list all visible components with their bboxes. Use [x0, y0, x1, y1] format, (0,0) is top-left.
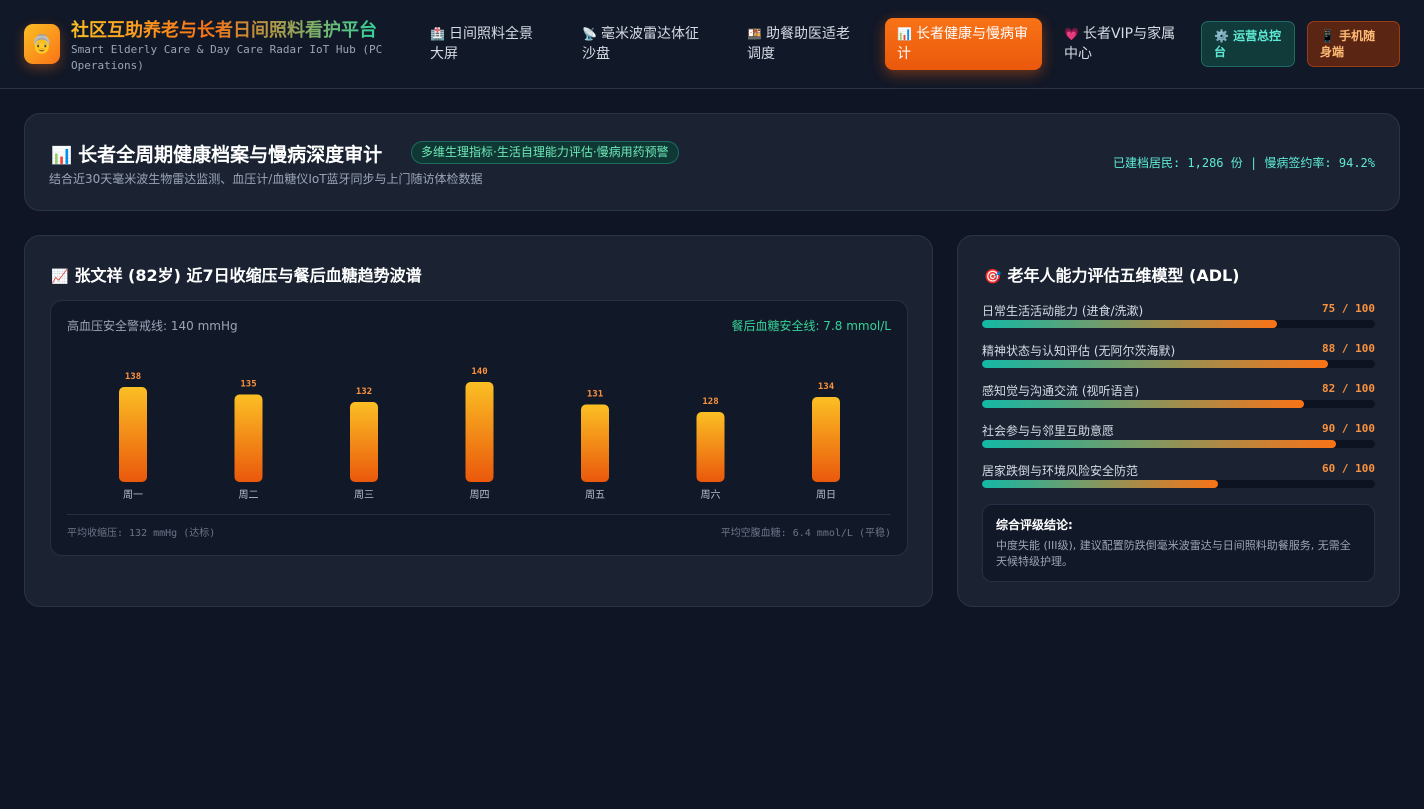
- adl-dimension-row: 日常生活活动能力 (进食/洗漱) 75 / 100: [982, 302, 1375, 332]
- category-tick-label: 周四: [470, 489, 490, 501]
- brand-subtitle: Smart Elderly Care & Day Care Radar IoT …: [71, 43, 383, 72]
- trend-chart-panel: 高血压安全警戒线: 140 mmHg 餐后血糖安全线: 7.8 mmol/L 1…: [50, 300, 908, 556]
- archive-stats: 已建档居民: 1,286 份 | 慢病签约率: 94.2%: [1112, 156, 1375, 170]
- bp-warning-line-label: 高血压安全警戒线: 140 mmHg: [67, 319, 238, 333]
- bar-chart-icon: 📊: [51, 146, 73, 166]
- nav-item-meal-medical-dispatch[interactable]: 🍱 助餐助医适老调度: [735, 18, 867, 70]
- adl-card-title: 🎯 老年人能力评估五维模型 (ADL): [984, 262, 1240, 286]
- category-tick-label: 周二: [239, 489, 259, 501]
- category-tick-label: 周一: [123, 489, 143, 501]
- bar-value-label: 138: [125, 372, 141, 382]
- nav-label: 毫米波雷达体征沙盘: [582, 26, 699, 62]
- bar-value-label: 128: [702, 397, 718, 407]
- bar-value-label: 140: [471, 367, 487, 377]
- adl-progress-fill: [982, 400, 1305, 408]
- adl-dimension-row: 感知觉与沟通交流 (视听语言) 82 / 100: [982, 382, 1375, 412]
- adl-assessment-card: 🎯 老年人能力评估五维模型 (ADL) 日常生活活动能力 (进食/洗漱) 75 /…: [957, 235, 1400, 607]
- hospital-icon: 🏥: [430, 27, 445, 41]
- assessment-conclusion-box: 综合评级结论: 中度失能 (III级), 建议配置防跌倒毫米波雷达与日间照料助餐…: [982, 504, 1375, 582]
- systolic-bar-chart: 138 周一 135 周二 132 周三 140 周四 131 周五 128 周六 134 周日: [119, 367, 840, 501]
- bar-value-label: 132: [356, 387, 372, 397]
- category-tick-label: 周三: [354, 489, 374, 501]
- systolic-bar: [812, 397, 840, 482]
- adl-dimension-score: 75 / 100: [1322, 302, 1375, 315]
- adl-title-text: 老年人能力评估五维模型 (ADL): [1007, 266, 1240, 285]
- nav-label: 长者VIP与家属中心: [1064, 26, 1176, 62]
- mobile-phone-icon: 📱: [1320, 29, 1335, 43]
- nav-item-radar-sandbox[interactable]: 📡 毫米波雷达体征沙盘: [570, 18, 718, 70]
- systolic-bar: [465, 382, 494, 482]
- avg-glucose-summary: 平均空腹血糖: 6.4 mmol/L (平稳): [720, 528, 891, 539]
- nav-item-day-care-overview[interactable]: 🏥 日间照料全景大屏: [418, 18, 548, 70]
- adl-dimension-label: 居家跌倒与环境风险安全防范: [982, 464, 1139, 478]
- adl-dimension-score: 90 / 100: [1322, 422, 1375, 435]
- adl-progress-fill: [982, 480, 1218, 488]
- adl-dimension-row: 社会参与与邻里互助意愿 90 / 100: [982, 422, 1375, 452]
- health-archive-hero-card: 📊 长者全周期健康档案与慢病深度审计 多维生理指标·生活自理能力评估·慢病用药预警…: [24, 113, 1400, 211]
- elder-avatar-logo-icon: 👵: [24, 24, 60, 64]
- vital-trend-card: 📈 张文祥 (82岁) 近7日收缩压与餐后血糖趋势波谱 高血压安全警戒线: 140…: [24, 235, 933, 607]
- category-tick-label: 周日: [816, 489, 836, 501]
- trend-card-title: 📈 张文祥 (82岁) 近7日收缩压与餐后血糖趋势波谱: [51, 262, 422, 286]
- gear-icon: ⚙️: [1214, 29, 1229, 43]
- trend-summary-footer: 平均收缩压: 132 mmHg (达标) 平均空腹血糖: 6.4 mmol/L …: [67, 514, 891, 539]
- avg-systolic-summary: 平均收缩压: 132 mmHg (达标): [67, 528, 216, 539]
- conclusion-text: 中度失能 (III级), 建议配置防跌倒毫米波雷达与日间照料助餐服务, 无需全天…: [996, 539, 1351, 568]
- adl-progress-fill: [982, 440, 1336, 448]
- heart-icon: 💗: [1064, 27, 1079, 41]
- bar-chart-icon: 📊: [897, 27, 912, 41]
- adl-dimension-row: 精神状态与认知评估 (无阿尔茨海默) 88 / 100: [982, 342, 1375, 372]
- target-icon: 🎯: [984, 269, 1002, 285]
- trend-title-text: 张文祥 (82岁) 近7日收缩压与餐后血糖趋势波谱: [74, 266, 422, 285]
- nav-label: 长者健康与慢病审计: [897, 26, 1028, 62]
- adl-progress-fill: [982, 360, 1328, 368]
- bento-box-icon: 🍱: [747, 27, 762, 41]
- systolic-bar: [350, 402, 378, 482]
- systolic-bar: [234, 394, 263, 482]
- bar-value-label: 131: [587, 390, 603, 400]
- adl-dimension-row: 居家跌倒与环境风险安全防范 60 / 100: [982, 462, 1375, 492]
- adl-dimension-score: 82 / 100: [1322, 382, 1375, 395]
- nav-label: 助餐助医适老调度: [747, 26, 850, 62]
- satellite-dish-icon: 📡: [582, 27, 597, 41]
- adl-dimension-label: 日常生活活动能力 (进食/洗漱): [982, 304, 1144, 318]
- nav-label: 日间照料全景大屏: [430, 26, 533, 62]
- adl-progress-track: [982, 440, 1375, 448]
- trend-chart-icon: 📈: [51, 269, 69, 285]
- page-subtitle: 结合近30天毫米波生物雷达监测、血压计/血糖仪IoT蓝牙同步与上门随访体检数据: [49, 172, 483, 186]
- adl-progress-track: [982, 360, 1375, 368]
- bar-value-label: 135: [240, 380, 256, 390]
- adl-progress-track: [982, 320, 1375, 328]
- conclusion-title: 综合评级结论:: [996, 518, 1073, 532]
- feature-tag-badge: 多维生理指标·生活自理能力评估·慢病用药预警: [411, 141, 679, 164]
- adl-progress-track: [982, 400, 1375, 408]
- mobile-app-button[interactable]: 📱 手机随身端: [1307, 21, 1400, 67]
- operations-console-button[interactable]: ⚙️ 运营总控台: [1201, 21, 1295, 67]
- adl-progress-track: [982, 480, 1375, 488]
- adl-progress-fill: [982, 320, 1277, 328]
- page-title: 📊 长者全周期健康档案与慢病深度审计: [51, 140, 382, 167]
- nav-item-health-audit[interactable]: 📊 长者健康与慢病审计: [885, 18, 1042, 70]
- adl-dimension-score: 88 / 100: [1322, 342, 1375, 355]
- glucose-safe-line-label: 餐后血糖安全线: 7.8 mmol/L: [731, 319, 891, 333]
- bar-value-label: 134: [818, 382, 835, 392]
- systolic-bar: [119, 387, 147, 482]
- category-tick-label: 周五: [585, 489, 605, 501]
- page-title-text: 长者全周期健康档案与慢病深度审计: [78, 144, 383, 166]
- adl-dimension-label: 感知觉与沟通交流 (视听语言): [982, 384, 1140, 398]
- nav-item-vip-family-center[interactable]: 💗 长者VIP与家属中心: [1052, 18, 1192, 70]
- category-tick-label: 周六: [701, 489, 721, 501]
- adl-dimension-score: 60 / 100: [1322, 462, 1375, 475]
- adl-dimension-label: 社会参与与邻里互助意愿: [982, 424, 1115, 438]
- systolic-bar: [581, 404, 609, 482]
- top-navigation-bar: 👵 社区互助养老与长者日间照料看护平台 Smart Elderly Care &…: [0, 0, 1424, 89]
- systolic-bar: [696, 412, 725, 482]
- brand-title: 社区互助养老与长者日间照料看护平台: [71, 16, 377, 42]
- adl-dimension-label: 精神状态与认知评估 (无阿尔茨海默): [982, 344, 1176, 358]
